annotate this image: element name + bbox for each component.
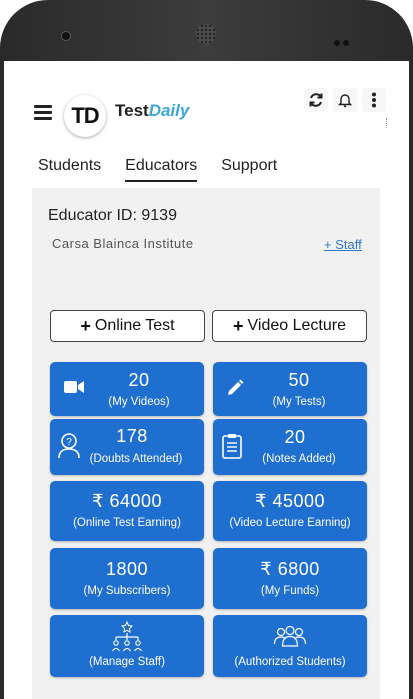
toolbar-icons (304, 87, 386, 113)
my-funds-card[interactable]: ₹ 6800 (My Funds) (213, 548, 367, 609)
main-tabs: Students Educators Support (38, 157, 277, 182)
card-label: (My Tests) (272, 396, 326, 408)
card-value: ₹ 6800 (260, 559, 320, 579)
org-chart-icon (111, 620, 143, 658)
online-test-label: Online Test (94, 317, 175, 334)
kebab-menu-icon[interactable] (362, 88, 386, 112)
card-label: (Doubts Attended) (89, 453, 183, 465)
menu-icon[interactable] (34, 105, 52, 120)
card-value: 50 (288, 370, 310, 390)
plus-icon: + (233, 315, 244, 336)
card-value: ₹ 45000 (254, 491, 325, 511)
my-subscribers-card[interactable]: 1800 (My Subscribers) (50, 548, 204, 609)
card-label: (Authorized Students) (234, 656, 346, 668)
card-label: (Manage Staff) (89, 656, 165, 668)
institute-name: Carsa Blainca Institute (52, 236, 194, 251)
tab-educators[interactable]: Educators (125, 157, 198, 182)
add-staff-link[interactable]: + Staff (324, 237, 362, 252)
card-value: 1800 (105, 559, 149, 579)
video-lecture-earning-card[interactable]: ₹ 45000 (Video Lecture Earning) (213, 481, 367, 541)
card-label: (Notes Added) (262, 453, 336, 465)
logo: TD (64, 95, 106, 137)
video-lecture-label: Video Lecture (247, 317, 346, 334)
logo-text: TD (71, 103, 99, 128)
brand-name: TestDaily (115, 101, 189, 121)
bell-icon[interactable] (333, 88, 357, 112)
tab-students[interactable]: Students (38, 157, 101, 182)
card-label: (My Videos) (108, 396, 170, 408)
card-value: 20 (284, 427, 306, 447)
add-online-test-button[interactable]: + Online Test (50, 310, 205, 342)
app-screen: TD TestDaily Students Educators Support … (4, 61, 409, 699)
educator-panel: Educator ID: 9139 Carsa Blainca Institut… (32, 188, 380, 699)
online-test-earning-card[interactable]: ₹ 64000 (Online Test Earning) (50, 481, 204, 541)
doubts-attended-card[interactable]: ? 178 (Doubts Attended) (50, 419, 204, 475)
manage-staff-card[interactable]: (Manage Staff) (50, 615, 204, 677)
authorized-students-card[interactable]: (Authorized Students) (213, 615, 367, 677)
add-video-lecture-button[interactable]: + Video Lecture (212, 310, 367, 342)
my-videos-card[interactable]: 20 (My Videos) (50, 362, 204, 416)
refresh-icon[interactable] (304, 88, 328, 112)
card-label: (My Subscribers) (83, 585, 171, 597)
users-group-icon (273, 625, 307, 652)
divider (386, 118, 389, 128)
card-value: ₹ 64000 (91, 491, 162, 511)
card-label: (Video Lecture Earning) (229, 517, 351, 529)
tab-support[interactable]: Support (221, 157, 277, 182)
educator-id: Educator ID: 9139 (48, 207, 177, 224)
plus-icon: + (80, 315, 91, 336)
my-tests-card[interactable]: 50 (My Tests) (213, 362, 367, 416)
phone-frame: TD TestDaily Students Educators Support … (0, 0, 413, 699)
brand-part-test: Test (115, 101, 149, 120)
card-label: (My Funds) (260, 585, 320, 597)
speaker-grille (196, 24, 216, 44)
notes-added-card[interactable]: 20 (Notes Added) (213, 419, 367, 475)
card-value: 178 (116, 426, 148, 446)
card-value: 20 (128, 370, 150, 390)
front-camera (61, 31, 71, 41)
sensors (334, 33, 354, 46)
brand-part-daily: Daily (148, 101, 190, 120)
card-label: (Online Test Earning) (73, 517, 181, 529)
